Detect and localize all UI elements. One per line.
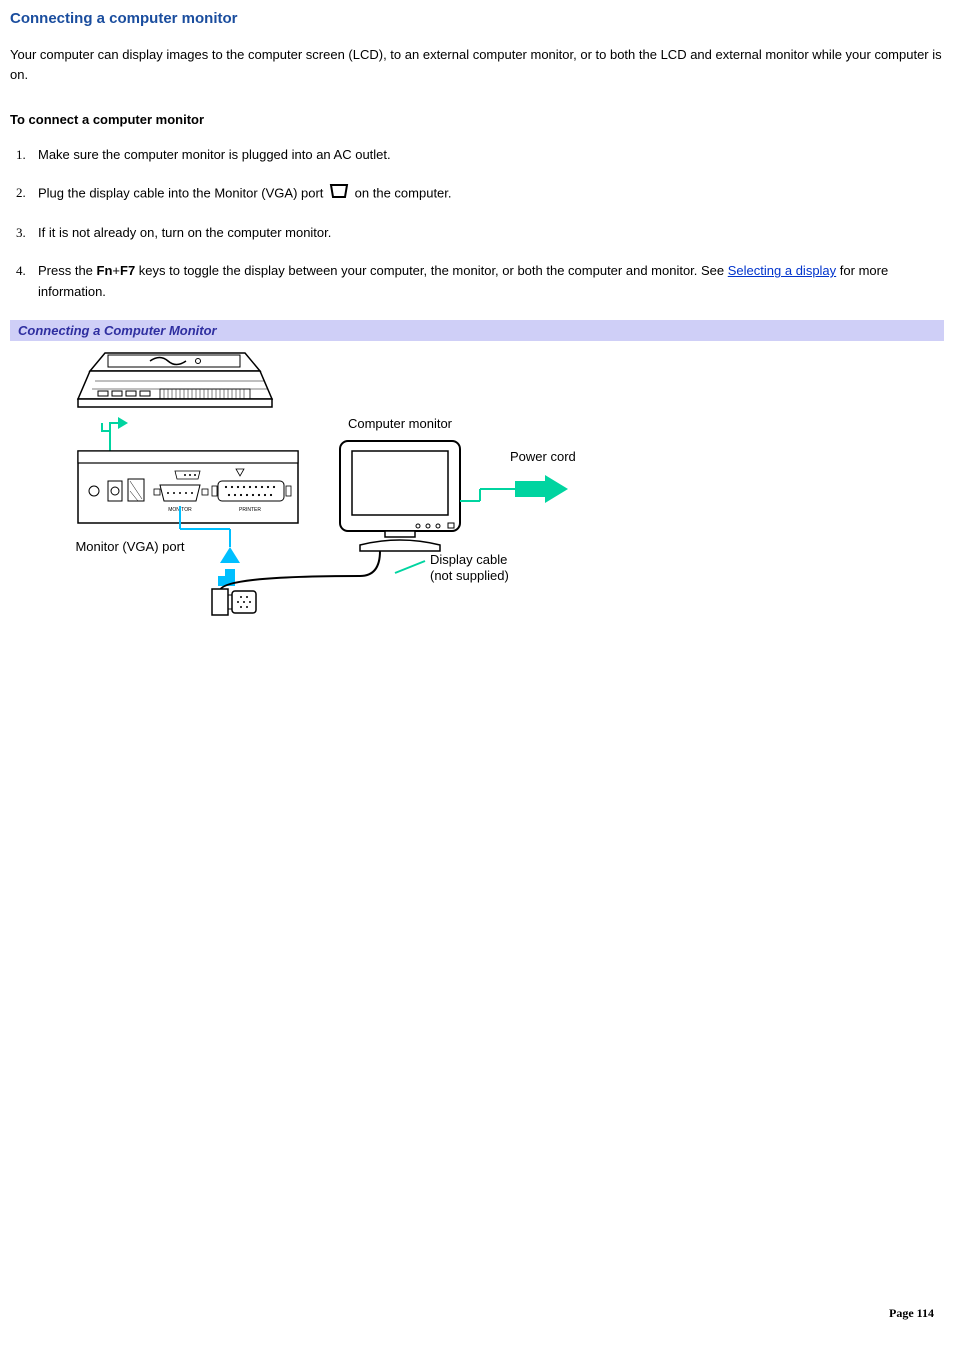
step-marker: 1. <box>16 145 26 165</box>
external-monitor-drawing <box>340 441 460 551</box>
intro-paragraph: Your computer can display images to the … <box>10 45 944 84</box>
key-f7: F7 <box>120 263 135 278</box>
step-marker: 4. <box>16 261 26 281</box>
label-display-cable-1: Display cable <box>430 552 507 567</box>
step-text: keys to toggle the display between your … <box>135 263 728 278</box>
label-vga-port: Monitor (VGA) port <box>75 539 184 554</box>
svg-text:PRINTER: PRINTER <box>239 507 261 513</box>
computer-rear-drawing: MONITOR PRINTER <box>78 451 298 523</box>
step-4: 4. Press the Fn+F7 keys to toggle the di… <box>38 261 944 301</box>
step-text: Plug the display cable into the Monitor … <box>38 186 327 201</box>
label-display-cable-2: (not supplied) <box>430 568 509 583</box>
steps-list: 1. Make sure the computer monitor is plu… <box>10 145 944 302</box>
step-text: Make sure the computer monitor is plugge… <box>38 147 391 162</box>
vga-port-icon <box>329 183 349 205</box>
step-marker: 3. <box>16 223 26 243</box>
step-2: 2. Plug the display cable into the Monit… <box>38 183 944 205</box>
key-fn: Fn <box>97 263 113 278</box>
page-title: Connecting a computer monitor <box>10 10 944 27</box>
step-marker: 2. <box>16 183 26 203</box>
step-text: on the computer. <box>355 186 452 201</box>
step-3: 3. If it is not already on, turn on the … <box>38 223 944 243</box>
section-subheading: To connect a computer monitor <box>10 112 944 127</box>
figure-caption: Connecting a Computer Monitor <box>10 320 944 341</box>
figure-diagram: MONITOR PRINTER Monitor (VGA) port Compu… <box>60 351 620 621</box>
step-text: Press the <box>38 263 97 278</box>
step-1: 1. Make sure the computer monitor is plu… <box>38 145 944 165</box>
label-monitor: Computer monitor <box>348 416 453 431</box>
selecting-display-link[interactable]: Selecting a display <box>728 263 836 278</box>
vga-connector-drawing <box>212 589 256 615</box>
laptop-drawing <box>78 353 272 407</box>
step-text: If it is not already on, turn on the com… <box>38 225 331 240</box>
page-number: Page 114 <box>889 1306 934 1321</box>
label-power-cord: Power cord <box>510 449 576 464</box>
key-plus: + <box>112 263 120 278</box>
